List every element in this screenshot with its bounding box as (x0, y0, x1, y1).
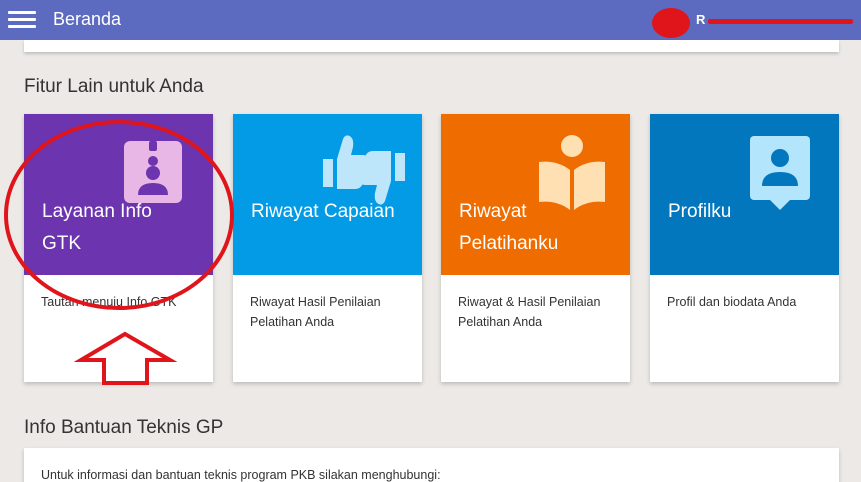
help-info-card: Untuk informasi dan bantuan teknis progr… (24, 448, 839, 482)
top-app-bar: Beranda R (0, 0, 861, 40)
previous-section-card (24, 40, 839, 52)
card-title[interactable]: Layanan Info GTK (42, 196, 192, 260)
card-riwayat-capaian[interactable]: Riwayat Capaian Riwayat Hasil Penilaian … (233, 114, 422, 382)
card-riwayat-pelatihanku[interactable]: Riwayat Pelatihanku Riwayat & Hasil Peni… (441, 114, 630, 382)
card-title[interactable]: Riwayat Capaian (251, 196, 401, 228)
page-title: Beranda (53, 9, 122, 29)
card-description: Riwayat Hasil Penilaian Pelatihan Anda (250, 295, 381, 329)
card-description: Profil dan biodata Anda (667, 295, 797, 309)
hamburger-menu-icon[interactable] (8, 11, 36, 29)
redaction-mark (708, 19, 853, 24)
card-header[interactable]: Layanan Info GTK (24, 114, 213, 275)
section-heading-features: Fitur Lain untuk Anda (24, 76, 204, 97)
card-title[interactable]: Profilku (668, 196, 818, 228)
card-header[interactable]: Riwayat Capaian (233, 114, 422, 275)
card-layanan-info-gtk[interactable]: Layanan Info GTK Tautan menuju Info GTK (24, 114, 213, 382)
card-description: Tautan menuju Info GTK (41, 295, 177, 309)
card-description: Riwayat & Hasil Penilaian Pelatihan Anda (458, 295, 601, 329)
card-header[interactable]: Profilku (650, 114, 839, 275)
avatar[interactable] (652, 8, 690, 38)
help-info-text: Untuk informasi dan bantuan teknis progr… (41, 468, 441, 482)
user-account-area[interactable]: R (652, 6, 861, 38)
user-name[interactable]: R (696, 12, 705, 27)
card-profilku[interactable]: Profilku Profil dan biodata Anda (650, 114, 839, 382)
section-heading-help: Info Bantuan Teknis GP (24, 417, 224, 438)
card-title[interactable]: Riwayat Pelatihanku (459, 196, 609, 260)
card-header[interactable]: Riwayat Pelatihanku (441, 114, 630, 275)
